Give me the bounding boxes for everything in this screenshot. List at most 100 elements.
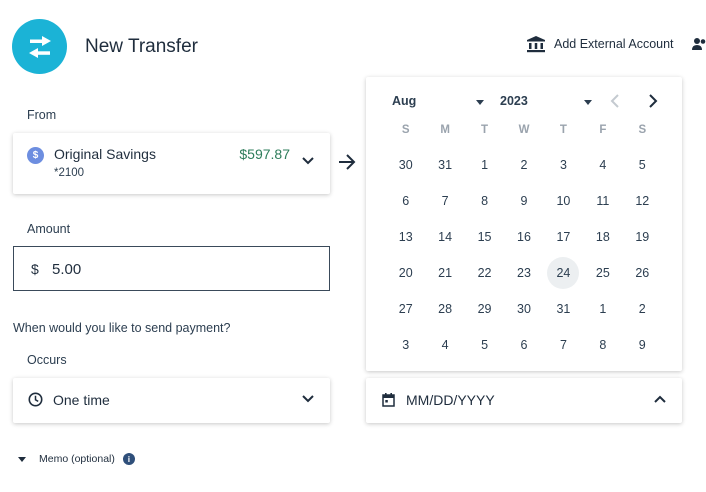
calendar-icon	[382, 393, 395, 407]
calendar-day[interactable]: 5	[465, 327, 504, 363]
calendar-day[interactable]: 12	[623, 183, 662, 219]
calendar-day-label: 8	[481, 194, 489, 208]
account-number: *2100	[54, 167, 85, 179]
calendar-day-label: 20	[398, 266, 413, 280]
calendar-day[interactable]: 2	[623, 291, 662, 327]
occurs-value: One time	[53, 392, 110, 408]
weekday-label: S	[401, 124, 410, 136]
calendar-day[interactable]: 7	[425, 183, 464, 219]
calendar-day[interactable]: 30	[386, 147, 425, 183]
calendar-day-label: 7	[441, 194, 449, 208]
calendar-day[interactable]: 9	[623, 327, 662, 363]
occurs-label: Occurs	[27, 353, 67, 367]
chevron-down-icon	[302, 395, 314, 403]
calendar-day-label: 9	[638, 338, 646, 352]
calendar-day[interactable]: 31	[544, 291, 583, 327]
memo-label: Memo (optional)	[39, 453, 115, 465]
calendar-day-label: 4	[599, 158, 607, 172]
calendar-day[interactable]: 11	[583, 183, 622, 219]
calendar-day[interactable]: 9	[504, 183, 543, 219]
year-select[interactable]: 2023	[500, 94, 592, 108]
amount-field[interactable]: $	[13, 246, 330, 291]
calendar-days: 30 31 1 2 3 4 5 6 7 8 9 10 11 12 13 14 15 16 17 18 19 20 21 22 2…	[386, 147, 662, 363]
calendar-day-label: 2	[638, 302, 646, 316]
calendar-day[interactable]: 24	[544, 255, 583, 291]
calendar-day[interactable]: 4	[425, 327, 464, 363]
calendar-day-label: 3	[559, 158, 567, 172]
calendar-day-label: 23	[517, 266, 531, 280]
clock-icon	[28, 392, 43, 407]
calendar-day-label: 19	[635, 230, 650, 244]
dollar-icon: $	[27, 147, 44, 164]
calendar-day[interactable]: 17	[544, 219, 583, 255]
calendar-day[interactable]: 21	[425, 255, 464, 291]
calendar-day-label: 31	[438, 158, 453, 172]
calendar-day[interactable]: 15	[465, 219, 504, 255]
amount-input[interactable]	[52, 257, 312, 281]
calendar-day[interactable]: 6	[504, 327, 543, 363]
calendar-day[interactable]: 31	[425, 147, 464, 183]
calendar-day[interactable]: 10	[544, 183, 583, 219]
calendar-day-label: 2	[520, 158, 528, 172]
calendar-day-label: 5	[481, 338, 489, 352]
calendar-day-label: 8	[599, 338, 607, 352]
chevron-right-icon[interactable]	[648, 94, 658, 108]
chevron-up-icon	[654, 395, 666, 403]
calendar-day-label: 18	[595, 230, 610, 244]
chevron-left-icon[interactable]	[610, 94, 620, 108]
calendar-day[interactable]: 1	[583, 291, 622, 327]
calendar-day[interactable]: 22	[465, 255, 504, 291]
add-external-account-label: Add External Account	[554, 37, 674, 51]
calendar-day-label: 9	[520, 194, 528, 208]
calendar-day[interactable]: 2	[504, 147, 543, 183]
info-icon[interactable]: i	[122, 453, 135, 465]
calendar-day[interactable]: 3	[544, 147, 583, 183]
month-select[interactable]: Aug	[392, 94, 484, 108]
calendar-day[interactable]: 5	[623, 147, 662, 183]
calendar-day-label: 30	[398, 158, 413, 172]
calendar-day-label: 17	[556, 230, 571, 244]
weekday-header: SMTWTFS	[386, 124, 662, 136]
caret-down-icon	[18, 456, 26, 462]
calendar-day-label: 11	[596, 194, 610, 208]
calendar-day[interactable]: 6	[386, 183, 425, 219]
date-picker-field[interactable]	[366, 378, 682, 423]
calendar-day-label: 1	[481, 158, 489, 172]
calendar-day[interactable]: 4	[583, 147, 622, 183]
date-input[interactable]	[406, 389, 626, 411]
memo-toggle[interactable]: Memo (optional) i	[18, 453, 135, 465]
calendar-day-label: 4	[441, 338, 449, 352]
calendar-day[interactable]: 1	[465, 147, 504, 183]
calendar-day[interactable]: 8	[583, 327, 622, 363]
calendar-day[interactable]: 8	[465, 183, 504, 219]
users-icon[interactable]	[692, 37, 706, 56]
calendar-day[interactable]: 28	[425, 291, 464, 327]
calendar-day[interactable]: 18	[583, 219, 622, 255]
calendar-day[interactable]: 19	[623, 219, 662, 255]
calendar-day-label: 22	[477, 266, 492, 280]
add-external-account-button[interactable]: Add External Account	[526, 35, 674, 53]
calendar-day[interactable]: 26	[623, 255, 662, 291]
calendar-day-label: 27	[398, 302, 413, 316]
weekday-label: T	[559, 124, 567, 136]
payment-question: When would you like to send payment?	[13, 321, 231, 335]
calendar-day[interactable]: 20	[386, 255, 425, 291]
calendar-day[interactable]: 25	[583, 255, 622, 291]
weekday-label: F	[599, 124, 607, 136]
occurs-selector[interactable]: One time	[13, 378, 330, 423]
bank-icon	[527, 36, 545, 53]
calendar-day[interactable]: 3	[386, 327, 425, 363]
calendar-day[interactable]: 29	[465, 291, 504, 327]
caret-down-icon	[584, 100, 592, 105]
calendar-day[interactable]: 14	[425, 219, 464, 255]
calendar-day-label: 31	[556, 302, 571, 316]
calendar-day[interactable]: 13	[386, 219, 425, 255]
calendar-day[interactable]: 27	[386, 291, 425, 327]
calendar-day-label: 16	[517, 230, 531, 244]
account-balance: $597.87	[239, 146, 290, 162]
calendar-day[interactable]: 30	[504, 291, 543, 327]
calendar-day[interactable]: 7	[544, 327, 583, 363]
calendar-day[interactable]: 23	[504, 255, 543, 291]
calendar-day[interactable]: 16	[504, 219, 543, 255]
from-account-selector[interactable]: $ Original Savings *2100 $597.87	[13, 133, 330, 194]
